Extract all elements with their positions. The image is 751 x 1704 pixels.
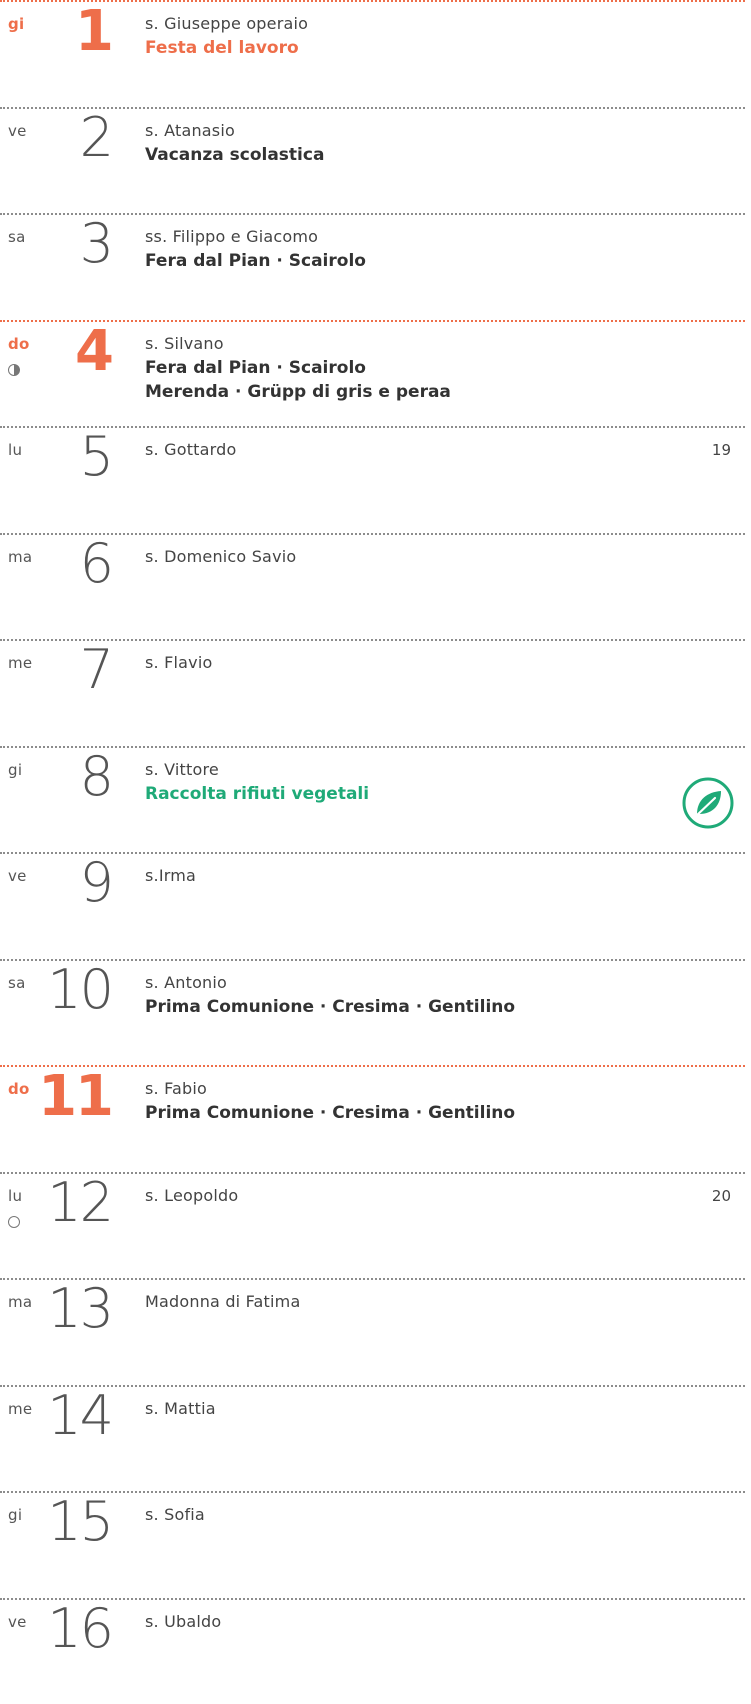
day-number: 5 (79, 425, 114, 488)
day-number: 7 (79, 638, 114, 701)
event-label: Festa del lavoro (145, 38, 299, 58)
saint-name: s. Sofia (145, 1505, 205, 1524)
event-list: Prima Comunione · Cresima · Gentilino (145, 1101, 515, 1125)
day-number: 8 (79, 744, 114, 808)
saint-name: s. Giuseppe operaio (145, 14, 309, 33)
event-label: Fera dal Pian · Scairolo (145, 357, 366, 378)
day-number: 4 (75, 318, 114, 384)
saint-name: s. Ubaldo (145, 1611, 222, 1631)
day-number: 1 (75, 0, 114, 64)
week-number: 20 (711, 1186, 731, 1205)
saint-name: s. Domenico Savio (145, 546, 297, 566)
day-row: ve 16 s. Ubaldo (0, 1596, 745, 1704)
event-label: Prima Comunione · Cresima · Gentilino (145, 1103, 516, 1123)
day-row: do 11 s. Fabio Prima Comunione · Cresima · … (0, 1064, 745, 1172)
leaf-icon (682, 777, 734, 828)
day-row: ma 13 Madonna di Fatima (0, 1277, 745, 1385)
day-number: 3 (79, 212, 114, 275)
saint-name: s. Silvano (145, 333, 224, 353)
event-label: Raccolta rifiuti vegetali (145, 783, 370, 804)
saint-name: s. Gottardo (145, 440, 237, 459)
day-row: ma 6 s. Domenico Savio (0, 531, 745, 640)
saint-name: s. Fabio (145, 1079, 208, 1098)
day-number: 11 (38, 1064, 114, 1129)
day-number: 2 (79, 105, 114, 169)
day-row: sa 3 ss. Filippo e Giacomo Fera dal Pian · … (0, 212, 745, 320)
event-list: Festa del lavoro (145, 36, 299, 60)
saint-name: ss. Filippo e Giacomo (145, 227, 319, 246)
saint-name: s.Irma (145, 866, 197, 885)
day-row: me 14 s. Mattia (0, 1383, 745, 1492)
day-number: 13 (47, 1277, 114, 1340)
saint-name: s. Atanasio (145, 120, 235, 140)
day-row: ve 9 s.Irma (0, 851, 745, 959)
day-number: 10 (47, 957, 114, 1021)
saint-name: s. Flavio (145, 653, 213, 672)
day-row: ve 2 s. Atanasio Vacanza scolastica (0, 105, 745, 214)
saint-name: s. Antonio (145, 972, 228, 992)
saint-name: s. Mattia (145, 1398, 216, 1418)
day-row: gi 8 s. Vittore Raccolta rifiuti vegetali (0, 744, 745, 853)
day-row: gi 1 s. Giuseppe operaio Festa del lavoro (0, 0, 745, 107)
event-list: Fera dal Pian · Scairolo Merenda · Grüpp … (145, 356, 451, 404)
day-row: gi 15 s. Sofia (0, 1490, 745, 1598)
event-label: Prima Comunione · Cresima · Gentilino (145, 996, 516, 1017)
day-row: lu 12 s. Leopoldo 20 (0, 1170, 745, 1279)
day-number: 6 (79, 531, 114, 595)
event-label: Merenda · Grüpp di gris e peraa (145, 381, 451, 402)
event-label: Vacanza scolastica (145, 144, 325, 165)
day-number: 12 (47, 1170, 114, 1234)
event-list: Raccolta rifiuti vegetali (145, 782, 369, 806)
day-number: 14 (47, 1383, 114, 1447)
calendar-day-list: gi 1 s. Giuseppe operaio Festa del lavoro ve… (0, 0, 751, 1704)
event-label: Fera dal Pian · Scairolo (145, 251, 366, 271)
event-list: Prima Comunione · Cresima · Gentilino (145, 995, 515, 1019)
day-row: lu 5 s. Gottardo 19 (0, 425, 745, 533)
week-number: 19 (711, 441, 731, 459)
day-row: me 7 s. Flavio (0, 638, 745, 746)
event-list: Vacanza scolastica (145, 143, 324, 167)
day-number: 15 (47, 1490, 114, 1553)
day-number: 9 (79, 851, 114, 914)
saint-name: s. Leopoldo (145, 1185, 239, 1205)
day-number: 16 (47, 1596, 114, 1660)
saint-name: Madonna di Fatima (145, 1292, 301, 1311)
saint-name: s. Vittore (145, 759, 219, 779)
event-list: Fera dal Pian · Scairolo (145, 249, 366, 273)
day-row: do 4 s. Silvano Fera dal Pian · Scairolo Mer… (0, 318, 745, 427)
day-row: sa 10 s. Antonio Prima Comunione · Cresima … (0, 957, 745, 1066)
